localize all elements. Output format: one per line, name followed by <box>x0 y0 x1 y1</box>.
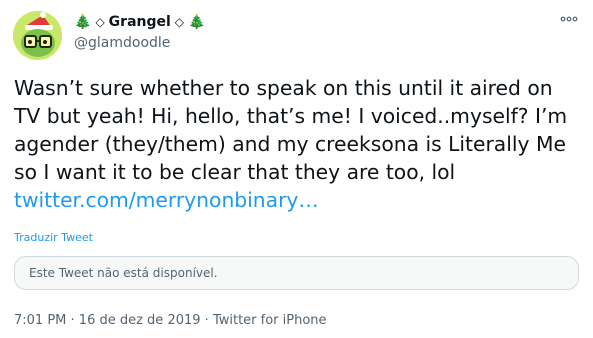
display-name: Grangel <box>108 14 171 30</box>
tweet-date[interactable]: 16 de dez de 2019 <box>79 313 201 328</box>
diamond-icon: ◇ <box>174 15 185 29</box>
display-name-row[interactable]: 🎄 ◇ Grangel ◇ 🎄 <box>74 14 205 30</box>
avatar-icon <box>13 11 62 60</box>
unavailable-message: Este Tweet não está disponível. <box>29 266 218 280</box>
tweet-metadata: 7:01 PM · 16 de dez de 2019 · Twitter fo… <box>14 313 327 328</box>
tweet-card: 🎄 ◇ Grangel ◇ 🎄 @glamdoodle Wasn’t sure … <box>0 0 593 338</box>
translate-tweet-link[interactable]: Traduzir Tweet <box>14 231 93 244</box>
tweet-body: Wasn’t sure whether to speak on this unt… <box>14 76 568 184</box>
more-icon <box>560 16 578 22</box>
christmas-tree-icon: 🎄 <box>74 14 92 30</box>
tweet-text: Wasn’t sure whether to speak on this unt… <box>14 74 584 214</box>
meta-separator: · <box>66 313 79 328</box>
christmas-tree-icon: 🎄 <box>188 14 206 30</box>
meta-separator: · <box>200 313 213 328</box>
tweet-time[interactable]: 7:01 PM <box>14 313 66 328</box>
more-options-button[interactable] <box>559 12 579 26</box>
tweet-link[interactable]: twitter.com/merrynonbinary… <box>14 188 319 212</box>
user-handle[interactable]: @glamdoodle <box>74 35 170 51</box>
diamond-icon: ◇ <box>95 15 105 29</box>
avatar[interactable] <box>13 11 62 60</box>
tweet-source[interactable]: Twitter for iPhone <box>213 313 327 328</box>
quoted-tweet-unavailable: Este Tweet não está disponível. <box>14 256 579 290</box>
